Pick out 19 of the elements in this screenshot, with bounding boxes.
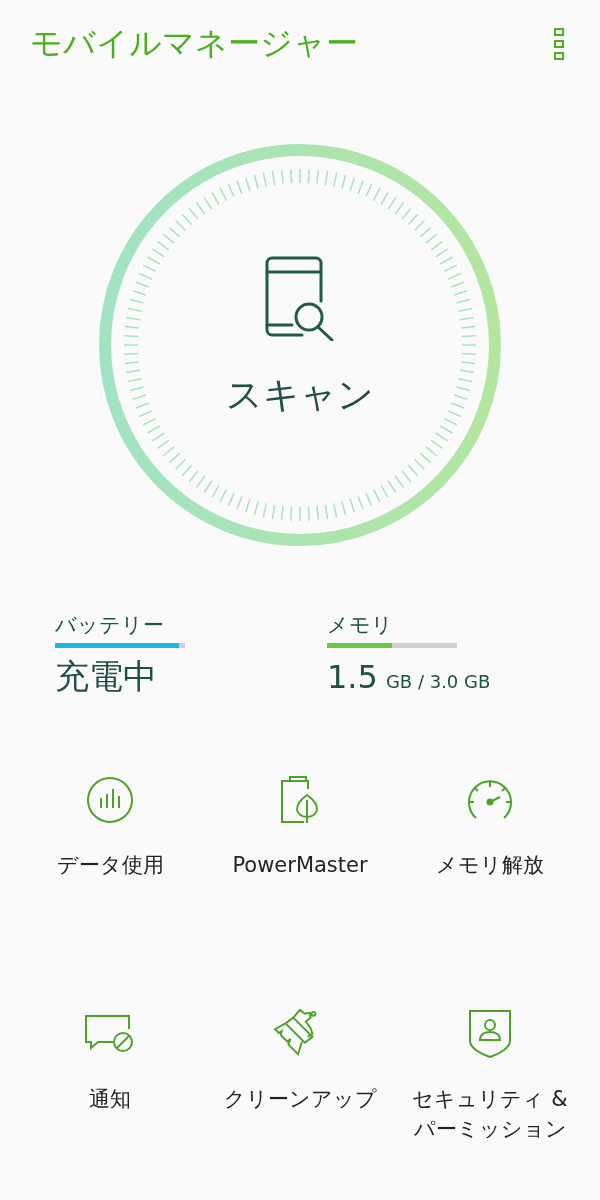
tool-button[interactable]: セキュリティ & パーミッション — [395, 1004, 585, 1178]
battery-label: バッテリー — [55, 612, 165, 639]
scan-label: スキャン — [226, 372, 374, 417]
battery-leaf-icon — [280, 774, 320, 826]
shield-user-icon — [469, 1008, 511, 1060]
bar-chart-icon — [86, 774, 134, 826]
tool-button[interactable]: データ使用 — [15, 770, 205, 944]
tool-button[interactable]: 通知 — [15, 1004, 205, 1178]
tool-button[interactable]: クリーンアップ — [205, 1004, 395, 1178]
more-menu-icon[interactable] — [554, 28, 564, 60]
tool-button[interactable]: PowerMaster — [205, 770, 395, 944]
memory-total: GB / 3.0 GB — [385, 671, 491, 692]
memory-used: 1.5 — [327, 658, 378, 696]
app-title: モバイルマネージャー — [30, 23, 358, 64]
battery-status: 充電中 — [55, 655, 158, 698]
scan-button[interactable]: スキャン — [98, 143, 502, 547]
memory-label: メモリ — [327, 612, 394, 639]
tool-button[interactable]: メモリ解放 — [395, 770, 585, 944]
phone-search-icon — [264, 254, 336, 341]
